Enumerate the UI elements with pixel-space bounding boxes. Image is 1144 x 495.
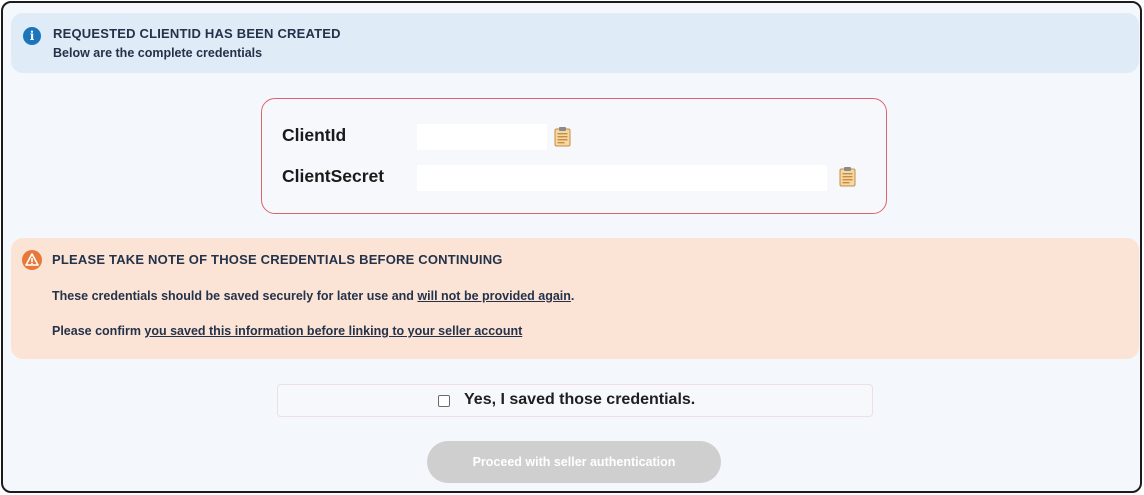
copy-client-id-icon[interactable]	[554, 126, 571, 147]
copy-client-secret-icon[interactable]	[839, 166, 856, 187]
warning-banner: PLEASE TAKE NOTE OF THOSE CREDENTIALS BE…	[11, 238, 1139, 359]
warning-line-2-text: Please confirm	[52, 324, 145, 338]
warning-line-1-suffix: .	[570, 289, 575, 303]
client-secret-value[interactable]	[417, 165, 827, 191]
info-title: REQUESTED CLIENTID HAS BEEN CREATED	[53, 26, 341, 41]
info-banner: i REQUESTED CLIENTID HAS BEEN CREATED Be…	[11, 13, 1139, 73]
credentials-page: i REQUESTED CLIENTID HAS BEEN CREATED Be…	[1, 1, 1142, 493]
client-id-value[interactable]	[417, 124, 547, 150]
seller-account-link[interactable]: you saved this information before linkin…	[144, 324, 522, 338]
client-secret-label: ClientSecret	[282, 166, 385, 186]
info-icon: i	[23, 27, 41, 45]
warning-line-1-text: These credentials should be saved secure…	[52, 289, 418, 303]
confirm-checkbox[interactable]	[438, 395, 450, 407]
credentials-card: ClientId ClientSecret	[261, 98, 887, 214]
warning-title: PLEASE TAKE NOTE OF THOSE CREDENTIALS BE…	[52, 252, 503, 267]
proceed-button[interactable]: Proceed with seller authentication	[427, 441, 721, 483]
warning-icon	[22, 250, 42, 270]
warning-line-2: Please confirm you saved this informatio…	[52, 324, 522, 338]
confirm-box[interactable]: Yes, I saved those credentials.	[277, 384, 873, 417]
warning-line-1: These credentials should be saved secure…	[52, 289, 574, 303]
not-provided-again-link[interactable]: will not be provided again	[417, 289, 571, 303]
confirm-label[interactable]: Yes, I saved those credentials.	[464, 391, 695, 409]
info-subtitle: Below are the complete credentials	[53, 46, 263, 60]
client-id-label: ClientId	[282, 125, 347, 145]
